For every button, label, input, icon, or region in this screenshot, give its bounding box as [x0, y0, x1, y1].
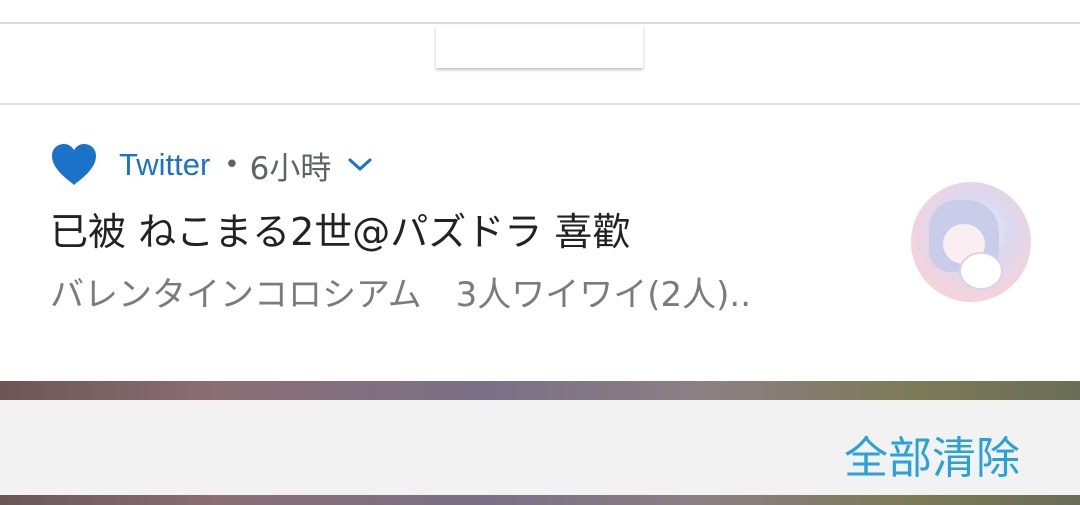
twitter-notification[interactable]: Twitter • 6小時 已被 ねこまる2世@パズドラ 喜歡 バレンタインコロ… [0, 103, 1080, 381]
notification-title: 已被 ねこまる2世@パズドラ 喜歡 [50, 210, 631, 254]
avatar-pet [961, 254, 1001, 288]
notification-footer: 全部清除 [0, 400, 1080, 495]
avatar [911, 182, 1031, 302]
previous-notification-handle[interactable] [436, 26, 643, 68]
header-separator: • [224, 150, 240, 180]
app-name: Twitter [119, 147, 211, 182]
previous-notification-area [0, 0, 1080, 22]
notification-body: バレンタインコロシアム 3人ワイワイ(2人).. [50, 275, 752, 315]
clear-all-button[interactable]: 全部清除 [844, 422, 1020, 486]
notification-time: 6小時 [249, 150, 332, 187]
notification-header: Twitter • 6小時 [50, 143, 373, 187]
chevron-down-icon[interactable] [347, 143, 373, 187]
heart-icon [50, 143, 98, 187]
